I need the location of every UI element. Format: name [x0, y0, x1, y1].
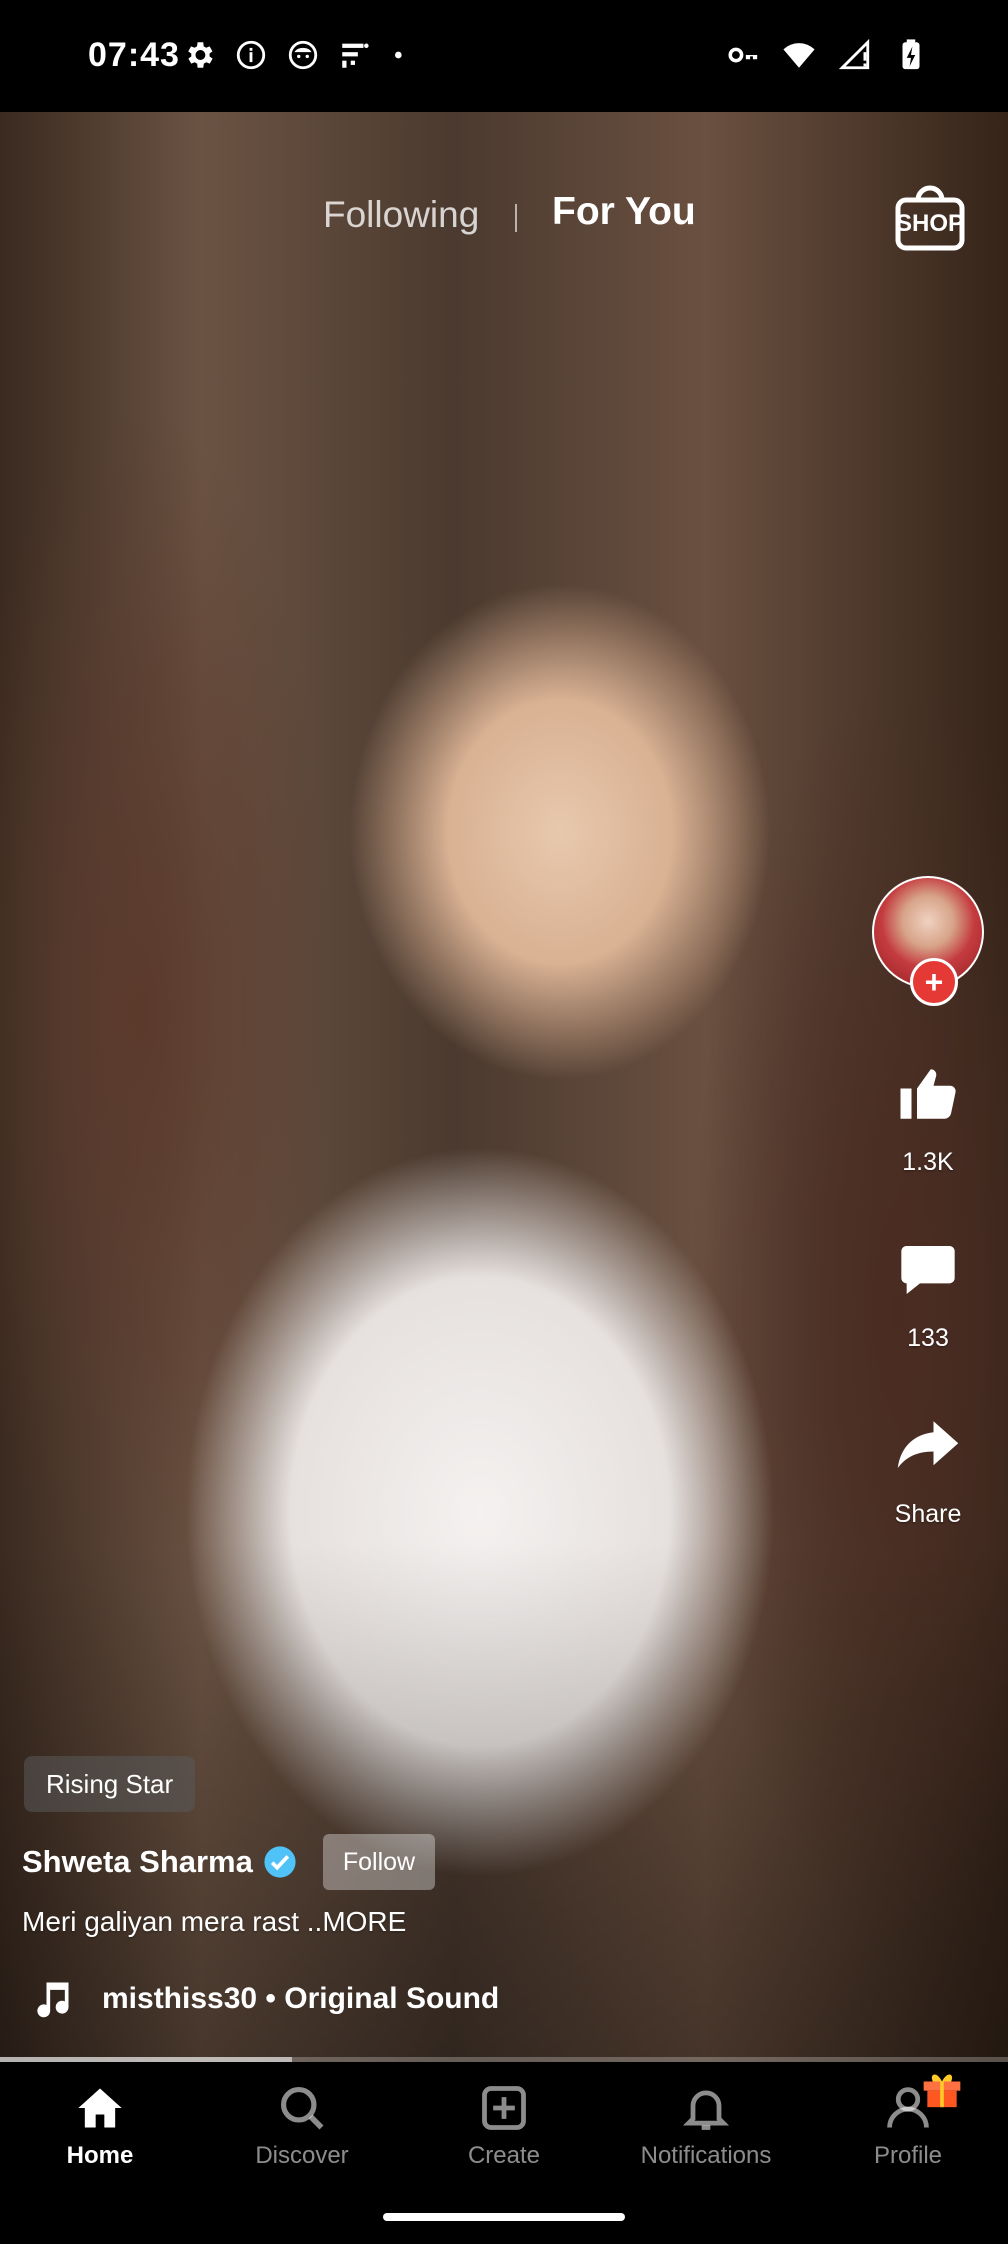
tab-for-you[interactable]: For You	[552, 190, 696, 234]
dot-icon	[395, 51, 402, 59]
home-indicator[interactable]	[383, 2213, 625, 2221]
nav-create[interactable]: Create	[404, 2082, 604, 2170]
nav-profile-label: Profile	[873, 2142, 943, 2169]
gift-icon[interactable]	[920, 2064, 964, 2110]
feed-tabs: Following For You	[0, 190, 1008, 250]
creator-row: Shweta Sharma Follow	[22, 1834, 436, 1890]
info-icon	[236, 40, 266, 70]
status-time: 07:43	[88, 36, 180, 74]
key-icon	[728, 47, 758, 63]
battery-icon	[902, 39, 920, 70]
search-icon	[280, 2086, 324, 2130]
nav-create-label: Create	[467, 2142, 541, 2169]
nav-notifications[interactable]: Notifications	[606, 2082, 806, 2170]
bell-icon	[682, 2090, 730, 2130]
thumbs-up-icon	[900, 1069, 956, 1119]
comment-button[interactable]	[882, 1224, 974, 1316]
like-button[interactable]	[882, 1048, 974, 1140]
comment-count: 133	[907, 1324, 949, 1352]
status-bar: 07:43	[0, 0, 1008, 112]
verified-badge-icon	[264, 1846, 296, 1878]
signal-app-icon	[342, 43, 369, 68]
tab-following[interactable]: Following	[323, 194, 479, 236]
create-icon	[482, 2086, 526, 2130]
follow-plus-icon[interactable]: +	[910, 958, 958, 1006]
nav-home[interactable]: Home	[0, 2082, 200, 2170]
like-count: 1.3K	[902, 1148, 954, 1176]
creator-name[interactable]: Shweta Sharma	[22, 1844, 253, 1880]
rising-star-badge: Rising Star	[24, 1756, 196, 1812]
share-label: Share	[894, 1500, 962, 1528]
music-note-icon	[37, 1982, 69, 2018]
tab-divider	[515, 204, 517, 232]
face-icon	[288, 40, 318, 70]
nav-notifications-label: Notifications	[640, 2142, 772, 2169]
status-left-icons	[182, 38, 410, 72]
like-action[interactable]: 1.3K	[866, 1048, 990, 1177]
comment-icon	[901, 1246, 955, 1294]
sound-row[interactable]: misthiss30 • Original Sound	[30, 1974, 499, 2024]
follow-button[interactable]: Follow	[322, 1834, 436, 1890]
nav-discover[interactable]: Discover	[202, 2082, 402, 2170]
shop-button[interactable]: SHOP	[894, 182, 966, 252]
nav-discover-label: Discover	[255, 2142, 349, 2169]
status-right-icons	[726, 38, 928, 72]
share-arrow-icon	[897, 1421, 959, 1468]
sound-name: misthiss30 • Original Sound	[102, 1982, 500, 2015]
wifi-icon	[783, 43, 815, 68]
nav-home-label: Home	[66, 2142, 134, 2169]
creator-avatar-button[interactable]: +	[872, 876, 984, 1006]
settings-icon	[188, 42, 213, 68]
nav-profile[interactable]: Profile	[808, 2082, 1008, 2170]
share-button[interactable]	[882, 1400, 974, 1492]
share-action[interactable]: Share	[866, 1400, 990, 1529]
shop-label: SHOP	[895, 210, 964, 237]
video-caption[interactable]: Meri galiyan mera rast ..MORE	[22, 1906, 406, 1938]
home-icon	[78, 2088, 122, 2128]
cell-signal-icon	[838, 38, 870, 70]
comment-action[interactable]: 133	[866, 1224, 990, 1353]
